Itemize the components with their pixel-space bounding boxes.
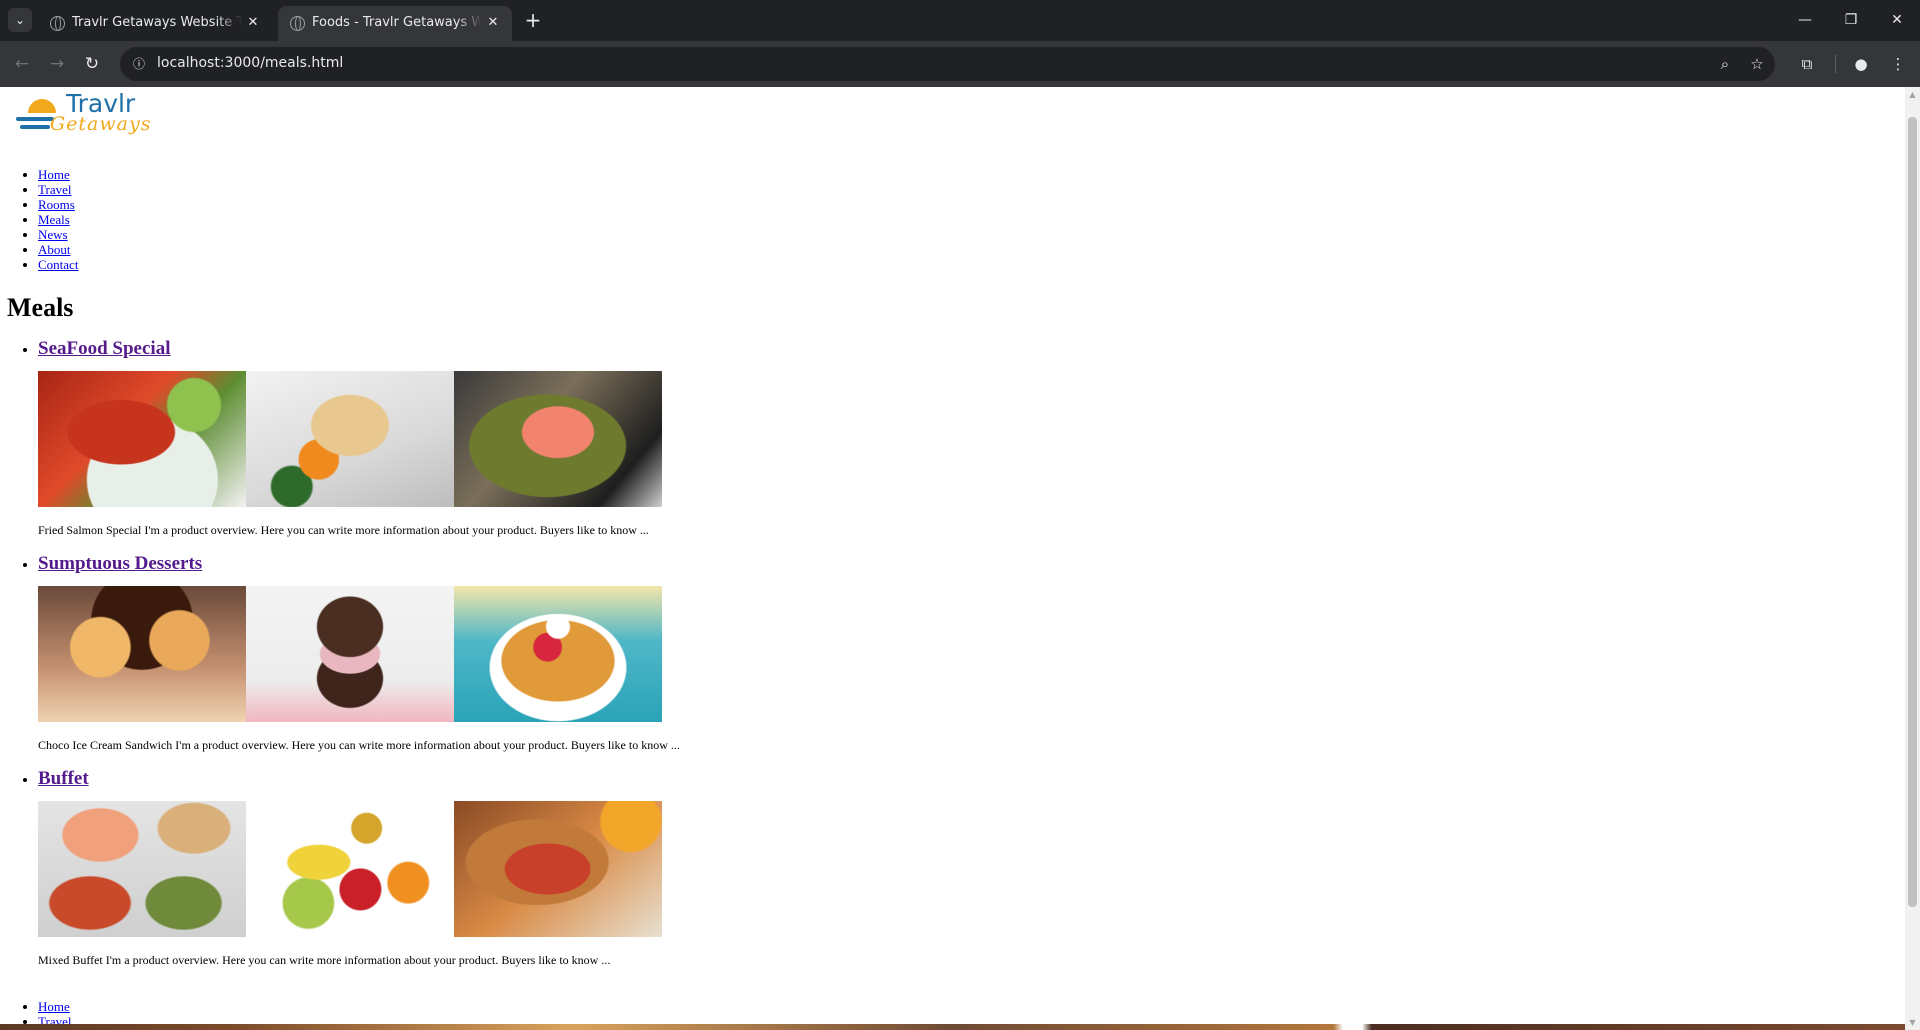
minimize-button[interactable]: — [1782, 0, 1828, 41]
nav-item-meals: Meals [38, 212, 78, 227]
site-logo[interactable]: Travlr Getaways [14, 89, 164, 141]
scroll-down-icon[interactable]: ▼ [1905, 1015, 1920, 1030]
meal-heading: SeaFood Special [38, 337, 680, 361]
meal-item: Buffet Mixed Buffet I'm a product overvi… [38, 767, 680, 968]
globe-icon [50, 16, 65, 31]
food-photo-plated-seafood[interactable] [246, 371, 454, 507]
tab-home[interactable]: Travlr Getaways Website Templ ✕ [38, 6, 272, 41]
person-icon[interactable]: ● [1847, 50, 1875, 78]
sun-icon [28, 99, 56, 113]
nav-item-home: Home [38, 167, 78, 182]
meal-description: Mixed Buffet I'm a product overview. Her… [38, 953, 611, 967]
address-bar[interactable]: ⓘ localhost:3000/meals.html ⌕ ☆ [120, 47, 1775, 81]
tab-search-button[interactable]: ⌄ [8, 8, 32, 32]
nav-item-news: News [38, 227, 78, 242]
tab-title: Travlr Getaways Website Templ [72, 15, 242, 30]
close-window-button[interactable]: ✕ [1874, 0, 1920, 41]
minimize-icon: — [1798, 12, 1812, 28]
chevron-down-icon: ⌄ [14, 13, 26, 27]
tab-foods[interactable]: Foods - Travlr Getaways Websi ✕ [278, 6, 512, 41]
kebab-menu-icon[interactable]: ⋮ [1884, 50, 1912, 78]
footer-link-home[interactable]: Home [38, 999, 70, 1014]
food-photo-buffet[interactable] [38, 801, 246, 937]
wave-icon [16, 117, 54, 121]
nav-link-rooms[interactable]: Rooms [38, 197, 75, 212]
meal-gallery [38, 801, 662, 937]
nav-item-contact: Contact [38, 257, 78, 272]
close-icon[interactable]: ✕ [244, 14, 262, 32]
meal-link-buffet[interactable]: Buffet [38, 768, 89, 789]
meal-description: Fried Salmon Special I'm a product overv… [38, 523, 649, 537]
nav-link-meals[interactable]: Meals [38, 212, 70, 227]
footer-banner-image [0, 1024, 1905, 1030]
restore-button[interactable]: ❐ [1828, 0, 1874, 41]
scroll-up-icon[interactable]: ▲ [1905, 87, 1920, 102]
logo-text-getaways: Getaways [50, 113, 152, 135]
nav-link-news[interactable]: News [38, 227, 68, 242]
browser-toolbar: ← → ↻ ⓘ localhost:3000/meals.html ⌕ ☆ ⧉ … [0, 41, 1920, 87]
nav-link-travel[interactable]: Travel [38, 182, 71, 197]
reload-button[interactable]: ↻ [78, 50, 106, 78]
star-icon[interactable]: ☆ [1745, 52, 1769, 76]
new-tab-button[interactable]: + [520, 8, 546, 34]
meals-list: SeaFood Special Fried Salmon Special I'm… [0, 337, 680, 968]
nav-item-about: About [38, 242, 78, 257]
nav-item-travel: Travel [38, 182, 78, 197]
meal-heading: Sumptuous Desserts [38, 552, 680, 576]
info-icon[interactable]: ⓘ [128, 53, 150, 75]
meal-gallery [38, 586, 662, 722]
meal-link-desserts[interactable]: Sumptuous Desserts [38, 553, 202, 574]
nav-link-contact[interactable]: Contact [38, 257, 78, 272]
meal-description: Choco Ice Cream Sandwich I'm a product o… [38, 738, 680, 752]
puzzle-icon[interactable]: ⧉ [1793, 50, 1821, 78]
meal-item: Sumptuous Desserts Choco Ice Cream Sandw… [38, 552, 680, 753]
zoom-icon[interactable]: ⌕ [1713, 52, 1737, 76]
close-icon[interactable]: ✕ [484, 14, 502, 32]
food-photo-salmon[interactable] [454, 371, 662, 507]
footer-nav-item-home: Home [38, 999, 71, 1014]
nav-link-about[interactable]: About [38, 242, 71, 257]
page-scrollbar[interactable]: ▲ ▼ [1905, 87, 1920, 1030]
url-text[interactable]: localhost:3000/meals.html [157, 55, 343, 71]
food-photo-profiteroles[interactable] [38, 586, 246, 722]
close-icon: ✕ [1891, 12, 1903, 28]
tab-title: Foods - Travlr Getaways Websi [312, 15, 482, 30]
restore-icon: ❐ [1844, 12, 1858, 28]
forward-button[interactable]: → [43, 50, 71, 78]
toolbar-divider [1835, 55, 1836, 73]
meal-link-seafood[interactable]: SeaFood Special [38, 338, 170, 359]
plus-icon: + [524, 8, 542, 32]
scrollbar-thumb[interactable] [1908, 117, 1917, 907]
meal-item: SeaFood Special Fried Salmon Special I'm… [38, 337, 680, 538]
page-viewport: Travlr Getaways Home Travel Rooms Meals … [0, 87, 1905, 1030]
food-photo-waffle[interactable] [454, 586, 662, 722]
page-title: Meals [7, 293, 74, 322]
food-photo-ice-cream-sandwich[interactable] [246, 586, 454, 722]
food-photo-lobster[interactable] [38, 371, 246, 507]
main-nav: Home Travel Rooms Meals News About Conta… [0, 167, 78, 272]
meal-heading: Buffet [38, 767, 680, 791]
forward-arrow-icon: → [49, 54, 65, 74]
back-arrow-icon: ← [14, 54, 30, 74]
nav-item-rooms: Rooms [38, 197, 78, 212]
globe-icon [290, 16, 305, 31]
food-photo-fruit[interactable] [246, 801, 454, 937]
reload-icon: ↻ [84, 54, 100, 74]
wave-icon [20, 125, 50, 129]
food-photo-sub-sandwich[interactable] [454, 801, 662, 937]
meal-gallery [38, 371, 662, 507]
nav-link-home[interactable]: Home [38, 167, 70, 182]
back-button[interactable]: ← [8, 50, 36, 78]
tab-strip: ⌄ Travlr Getaways Website Templ ✕ Foods … [0, 0, 1920, 41]
